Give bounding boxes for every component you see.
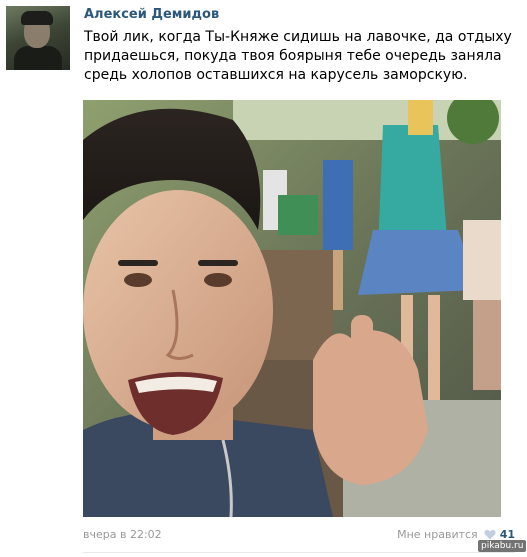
post-divider xyxy=(83,552,515,553)
avatar-hat-shape xyxy=(21,11,53,25)
post-text: Твой лик, когда Ты-Княже сидишь на лавоч… xyxy=(84,29,512,83)
heart-icon[interactable] xyxy=(484,529,496,540)
post-photo[interactable] xyxy=(83,100,501,517)
author-name-link[interactable]: Алексей Демидов xyxy=(84,7,219,22)
watermark: pikabu.ru xyxy=(478,540,527,552)
post-date-link[interactable]: вчера в 22:02 xyxy=(83,528,162,541)
avatar-body-shape xyxy=(14,46,62,70)
like-label[interactable]: Мне нравится xyxy=(397,528,478,541)
author-avatar[interactable] xyxy=(6,6,70,70)
photo-illustration xyxy=(83,100,501,517)
post-footer: вчера в 22:02 Мне нравится 41 xyxy=(83,528,515,546)
wall-post: Алексей Демидов Твой лик, когда Ты-Княже… xyxy=(0,0,527,557)
